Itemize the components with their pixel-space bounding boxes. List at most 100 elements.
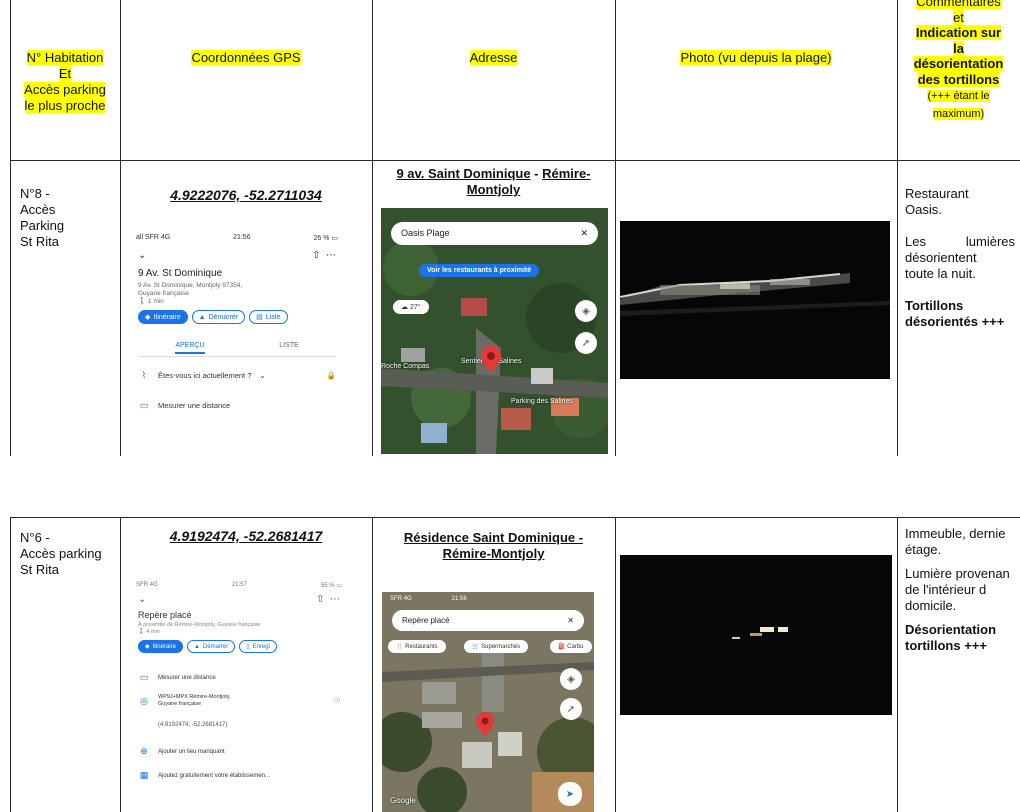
list-button[interactable]: ▤ Liste xyxy=(249,310,288,324)
restaurant-icon: 🍴 xyxy=(396,644,404,650)
pluscode-row[interactable]: ◎ WP9J+MPX Rémire-Montjoly, Guyane frança… xyxy=(138,694,340,708)
action-buttons: ◆ Itinéraire ▲ Démarrer ▯ Enregi xyxy=(138,640,340,653)
maps-phone-screenshot: all SFR 4G 21:56 26 % ▭ ⌄ ⇧ ⋯ 9 Av. St D… xyxy=(128,226,346,454)
layers-icon[interactable]: ◈ xyxy=(575,300,597,322)
battery-status: 55 % ▭ xyxy=(320,583,342,589)
header-adresse: Adresse xyxy=(469,50,518,65)
add-place-row[interactable]: ⊕ Ajouter un lieu manquant xyxy=(138,746,340,757)
phone-toolbar: ⌄ ⇧ ⋯ xyxy=(138,250,336,261)
place-tabs: APERÇU LISTE xyxy=(138,342,336,354)
more-icon[interactable]: ⋯ xyxy=(326,250,336,261)
row-address: Résidence Saint Dominique - Rémire-Montj… xyxy=(403,530,584,561)
table-border xyxy=(372,0,373,456)
coordinates-row[interactable]: (4.9192474, -52.2681417) xyxy=(138,722,340,728)
divider xyxy=(138,356,336,357)
place-address: À proximité de Rémire-Montjoly, Guyane f… xyxy=(138,622,261,635)
place-title: 9 Av. St Dominique xyxy=(138,268,223,279)
start-button[interactable]: ▲ Démarrer xyxy=(191,310,246,324)
place-title: Repère placé xyxy=(138,610,192,620)
header-habitation: N° Habitation Et Accès parking le plus p… xyxy=(24,50,106,113)
row-gps: 4.9222076, -52.2711034 xyxy=(170,187,322,203)
add-business-row[interactable]: ▦ Ajoutez gratuitement votre établisseme… xyxy=(138,770,340,781)
header-gps: Coordonnées GPS xyxy=(191,50,301,65)
action-buttons: ◆ Itinéraire ▲ Démarrer ▤ Liste xyxy=(138,310,336,324)
table-border xyxy=(615,517,616,812)
tab-apercu[interactable]: APERÇU xyxy=(175,342,205,354)
compass-icon[interactable]: ➚ xyxy=(560,698,582,720)
table-border xyxy=(897,517,898,812)
chevron-down-icon[interactable]: ⌄ xyxy=(138,594,146,605)
route-button[interactable]: ◆ Itinéraire xyxy=(138,310,188,324)
weather-icon: ☁ xyxy=(401,304,408,311)
row-comments: Immeuble, dernie étage. Lumière provenan… xyxy=(905,526,1010,653)
map-label: Parking des Salines xyxy=(511,398,573,405)
table-border xyxy=(10,517,11,812)
tab-liste[interactable]: LISTE xyxy=(279,342,298,354)
header-photo: Photo (vu depuis la plage) xyxy=(680,50,832,65)
lock-icon: 🔒 xyxy=(326,371,336,380)
map-search-bar[interactable]: Oasis Plage ✕ xyxy=(391,222,598,245)
location-question[interactable]: ⌇ Êtes-vous ici actuellement ? ⌄ 🔒 xyxy=(138,370,336,381)
table-border xyxy=(615,0,616,456)
table-border xyxy=(10,517,1020,518)
ruler-icon: ▭ xyxy=(139,400,149,410)
fuel-chip[interactable]: ⛽ Carbu xyxy=(550,640,592,653)
compass-icon[interactable]: ➚ xyxy=(575,332,597,354)
map-search-bar[interactable]: Repère placé ✕ xyxy=(392,610,584,631)
route-button[interactable]: ◆ Itinéraire xyxy=(138,640,183,653)
add-location-icon: ⊕ xyxy=(140,746,148,756)
row-comments: Restaurant Oasis. Les lumières désoriente… xyxy=(905,186,1015,329)
night-beach-photo xyxy=(620,221,890,379)
close-icon[interactable]: ✕ xyxy=(580,228,588,239)
maps-phone-screenshot: SFR 4G 21:57 55 % ▭ ⌄ ⇧ ⋯ Repère placé À… xyxy=(128,576,350,812)
table-border xyxy=(120,0,121,456)
location-pin-icon: ◎ xyxy=(140,695,148,706)
more-icon[interactable]: ⋯ xyxy=(330,594,340,605)
row-gps: 4.9192474, -52.2681417 xyxy=(169,528,323,544)
cart-icon: 🛒 xyxy=(472,644,480,650)
document-page: N° Habitation Et Accès parking le plus p… xyxy=(0,0,1020,812)
photo-content xyxy=(620,555,892,715)
start-button[interactable]: ▲ Démarrer xyxy=(186,640,236,653)
satellite-map-screenshot: SFR 4G 21:56 Repère placé ✕ 🍴 Restaurant… xyxy=(382,592,594,812)
nearby-restaurants-chip[interactable]: Voir les restaurants à proximité xyxy=(419,264,540,277)
measure-distance-row[interactable]: ▭ Mesurer une distance xyxy=(138,672,340,683)
save-button[interactable]: ▯ Enregi xyxy=(239,640,277,653)
directions-icon: ◆ xyxy=(145,644,150,650)
ruler-icon: ▭ xyxy=(139,672,149,682)
my-location-icon[interactable]: ➤ xyxy=(558,782,582,806)
info-icon[interactable]: ⓘ xyxy=(334,698,340,705)
trend-icon: ⌇ xyxy=(141,370,147,380)
row-habitation: N°8 - Accès Parking St Rita xyxy=(20,186,65,249)
share-icon[interactable]: ⇧ xyxy=(316,594,324,605)
row-habitation: N°6 - Accès parking St Rita xyxy=(20,530,102,577)
row-address: 9 av. Saint Dominique - Rémire- Montjoly xyxy=(396,166,591,197)
restaurants-chip[interactable]: 🍴 Restaurants xyxy=(388,640,446,653)
photo-content xyxy=(620,221,890,379)
navigation-icon: ▲ xyxy=(198,313,206,321)
close-icon[interactable]: ✕ xyxy=(567,616,574,625)
directions-icon: ◆ xyxy=(145,314,151,321)
walk-icon: 🚶 xyxy=(138,629,145,635)
chevron-down-icon[interactable]: ⌄ xyxy=(138,250,146,261)
share-icon[interactable]: ⇧ xyxy=(312,250,320,261)
night-beach-photo xyxy=(620,555,892,715)
fuel-icon: ⛽ xyxy=(558,644,566,650)
phone-status-bar: all SFR 4G 21:56 26 % ▭ xyxy=(136,234,338,242)
weather-chip: ☁ 27° xyxy=(393,300,429,314)
google-watermark: Google xyxy=(390,796,416,805)
navigation-icon: ▲ xyxy=(193,643,200,650)
map-pin-icon xyxy=(476,712,494,736)
phone-status-bar: SFR 4G 21:57 55 % ▭ xyxy=(136,582,342,589)
place-address: 9 Av. St Dominique, Montjoly 97354, Guya… xyxy=(138,282,243,305)
list-icon: ▤ xyxy=(256,314,263,321)
store-icon: ▦ xyxy=(139,770,149,780)
walk-icon: 🚶 xyxy=(138,298,147,305)
table-border xyxy=(120,517,121,812)
layers-icon[interactable]: ◈ xyxy=(560,668,582,690)
bookmark-icon: ▯ xyxy=(246,644,250,650)
battery-status: 26 % ▭ xyxy=(313,235,338,242)
supermarkets-chip[interactable]: 🛒 Supermarchés xyxy=(464,640,529,653)
measure-distance-row[interactable]: ▭ Mesurer une distance xyxy=(138,400,336,411)
table-border xyxy=(10,160,1020,161)
